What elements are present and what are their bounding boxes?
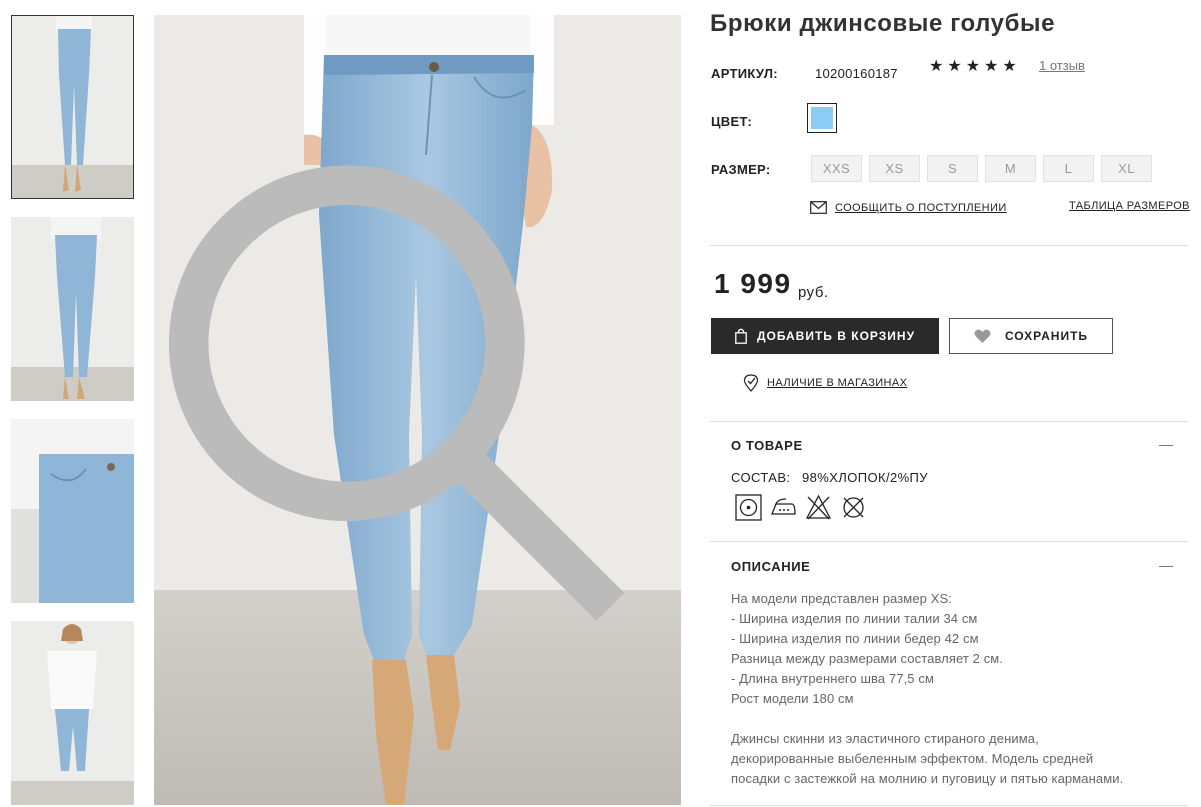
divider [710,541,1188,542]
size-option-m[interactable]: M [985,155,1036,182]
composition-value: 98%ХЛОПОК/2%ПУ [802,470,928,485]
composition-label: СОСТАВ: [731,470,791,485]
location-check-icon [743,374,759,392]
thumbnail-back-view[interactable] [11,217,134,401]
no-bleach-icon [805,494,832,520]
thumbnail-front-view[interactable] [11,15,134,199]
size-selector: XXS XS S M L XL [811,155,1152,182]
heart-icon [974,329,991,343]
size-label: РАЗМЕР: [711,162,771,177]
rating-stars: ★★★★★ [929,58,1021,75]
store-availability-link[interactable]: НАЛИЧИЕ В МАГАЗИНАХ [743,374,907,392]
size-option-l[interactable]: L [1043,155,1094,182]
wash-30-icon [735,494,762,521]
thumbnail-pocket-detail[interactable] [11,419,134,603]
description-line: Рост модели 180 см [731,691,854,706]
description-line: Разница между размерами составляет 2 см. [731,651,1004,666]
color-label: ЦВЕТ: [711,114,753,129]
description-paragraph-line: Джинсы скинни из эластичного стираного д… [731,731,1039,746]
price-currency: руб. [798,284,829,301]
description-line: - Ширина изделия по линии бедер 42 см [731,631,979,646]
divider [710,805,1188,806]
description-paragraph-line: посадки с застежкой на молнию и пуговицу… [731,771,1124,786]
product-title: Брюки джинсовые голубые [710,10,1056,37]
notify-availability-link[interactable]: СООБЩИТЬ О ПОСТУПЛЕНИИ [810,201,1007,214]
envelope-icon [810,201,827,214]
save-label: СОХРАНИТЬ [1004,329,1089,343]
size-table-link[interactable]: ТАБЛИЦА РАЗМЕРОВ [1069,200,1190,212]
about-collapse-icon[interactable] [1159,445,1173,446]
store-availability-text: НАЛИЧИЕ В МАГАЗИНАХ [767,377,908,389]
description-text: На модели представлен размер XS: - Ширин… [731,589,1181,789]
zoom-icon[interactable] [154,15,663,791]
description-section-title[interactable]: ОПИСАНИЕ [731,559,810,574]
divider [710,421,1188,422]
price-value: 1 999 [714,268,792,299]
about-section-title[interactable]: О ТОВАРЕ [731,438,803,453]
care-instructions [735,494,867,521]
add-to-cart-label: ДОБАВИТЬ В КОРЗИНУ [756,329,916,343]
size-option-xs[interactable]: XS [869,155,920,182]
add-to-cart-button[interactable]: ДОБАВИТЬ В КОРЗИНУ [711,318,939,354]
divider [710,245,1188,246]
sku-label: АРТИКУЛ: [711,66,778,81]
reviews-link[interactable]: 1 отзыв [1039,58,1085,73]
size-option-xxs[interactable]: XXS [811,155,862,182]
no-dry-clean-icon [843,497,864,518]
shopping-bag-icon [735,328,747,344]
sku-value: 10200160187 [815,66,898,81]
description-paragraph-line: декорированные выбеленным эффектом. Моде… [731,751,1094,766]
size-option-s[interactable]: S [927,155,978,182]
size-option-xl[interactable]: XL [1101,155,1152,182]
color-swatch-fill [811,107,833,129]
description-line: - Ширина изделия по линии талии 34 см [731,611,978,626]
iron-low-icon [771,498,796,515]
description-line: На модели представлен размер XS: [731,591,952,606]
notify-availability-text: СООБЩИТЬ О ПОСТУПЛЕНИИ [835,201,1007,214]
color-swatch[interactable] [807,103,837,133]
thumbnail-full-look[interactable] [11,621,134,805]
description-collapse-icon[interactable] [1159,566,1173,567]
main-product-image[interactable] [154,15,681,805]
description-line: - Длина внутреннего шва 77,5 см [731,671,934,686]
save-button[interactable]: СОХРАНИТЬ [949,318,1113,354]
